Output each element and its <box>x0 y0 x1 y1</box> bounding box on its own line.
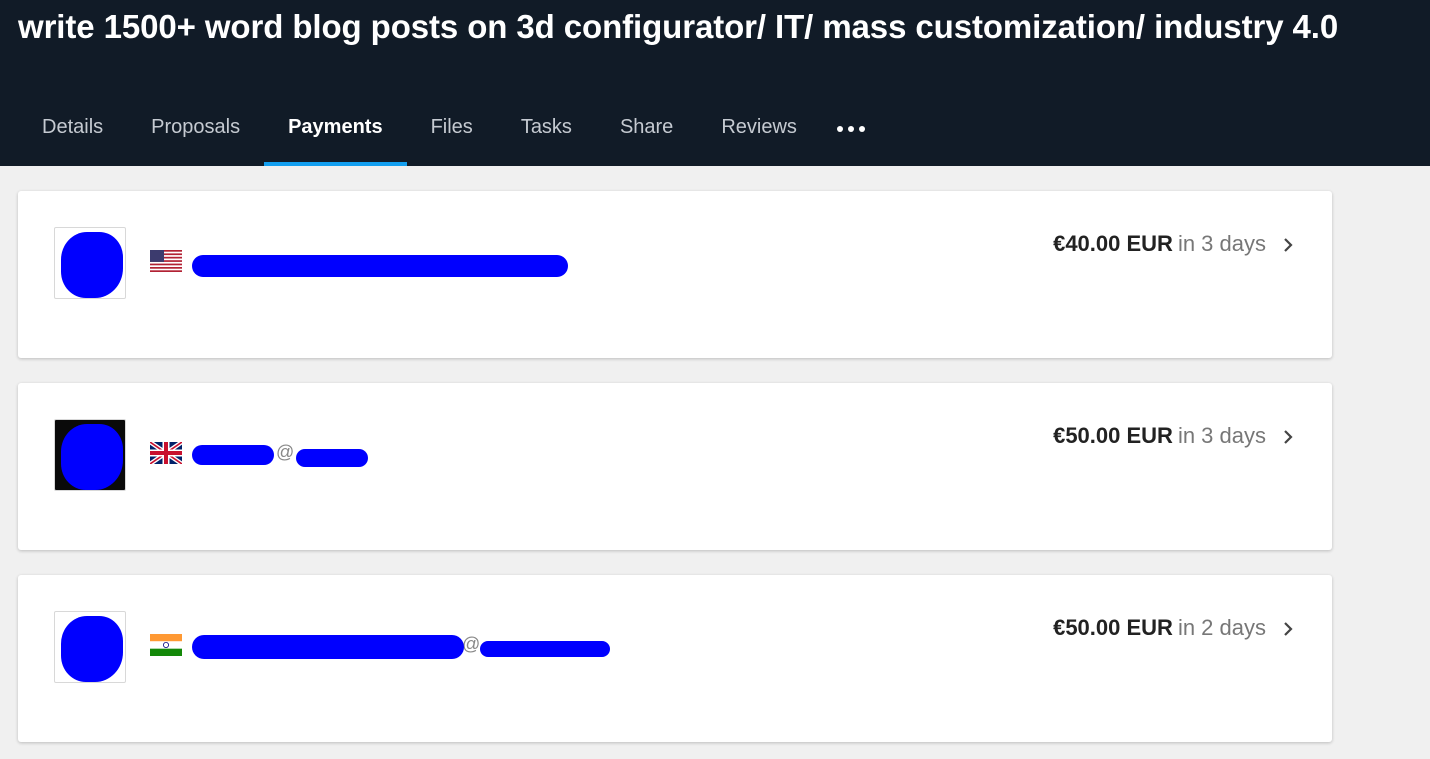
amount-value: €50.00 EUR <box>1053 615 1173 640</box>
project-title: write 1500+ word blog posts on 3d config… <box>18 8 1339 45</box>
ellipsis-icon[interactable] <box>821 91 881 166</box>
redaction-mark <box>61 616 123 682</box>
tab-reviews[interactable]: Reviews <box>697 91 821 166</box>
avatar[interactable] <box>54 227 126 299</box>
tab-payments[interactable]: Payments <box>264 91 407 166</box>
payment-card[interactable]: @ €50.00 EUR in 3 days <box>18 383 1332 550</box>
redaction-mark <box>61 424 123 490</box>
tab-bar: Details Proposals Payments Files Tasks S… <box>18 91 881 166</box>
payment-amount: €50.00 EUR in 3 days <box>1053 423 1266 449</box>
india-flag-icon <box>150 634 182 656</box>
project-header: write 1500+ word blog posts on 3d config… <box>0 0 1430 166</box>
redaction-mark <box>192 635 464 659</box>
us-flag-icon <box>150 250 182 272</box>
freelancer-handle: @ <box>276 442 295 462</box>
uk-flag-icon <box>150 442 182 464</box>
payment-card[interactable]: @ €50.00 EUR in 2 days <box>18 575 1332 742</box>
due-text: in 3 days <box>1177 423 1266 448</box>
amount-value: €40.00 EUR <box>1053 231 1173 256</box>
tab-share[interactable]: Share <box>596 91 697 166</box>
redaction-mark <box>61 232 123 298</box>
payment-card[interactable]: €40.00 EUR in 3 days <box>18 191 1332 358</box>
payment-amount: €50.00 EUR in 2 days <box>1053 615 1266 641</box>
chevron-right-icon[interactable] <box>1280 429 1296 445</box>
due-text: in 2 days <box>1177 615 1266 640</box>
freelancer-handle: @ <box>462 634 481 654</box>
chevron-right-icon[interactable] <box>1280 621 1296 637</box>
tab-tasks[interactable]: Tasks <box>497 91 596 166</box>
redaction-mark <box>296 449 368 467</box>
avatar[interactable] <box>54 611 126 683</box>
chevron-right-icon[interactable] <box>1280 237 1296 253</box>
tab-proposals[interactable]: Proposals <box>127 91 264 166</box>
payments-list: €40.00 EUR in 3 days @ €50.00 EUR in 3 day… <box>18 191 1332 759</box>
due-text: in 3 days <box>1177 231 1266 256</box>
redaction-mark <box>192 445 274 465</box>
tab-files[interactable]: Files <box>407 91 497 166</box>
tab-details[interactable]: Details <box>18 91 127 166</box>
payment-amount: €40.00 EUR in 3 days <box>1053 231 1266 257</box>
avatar[interactable] <box>54 419 126 491</box>
amount-value: €50.00 EUR <box>1053 423 1173 448</box>
redaction-mark <box>192 255 568 277</box>
redaction-mark <box>480 641 610 657</box>
